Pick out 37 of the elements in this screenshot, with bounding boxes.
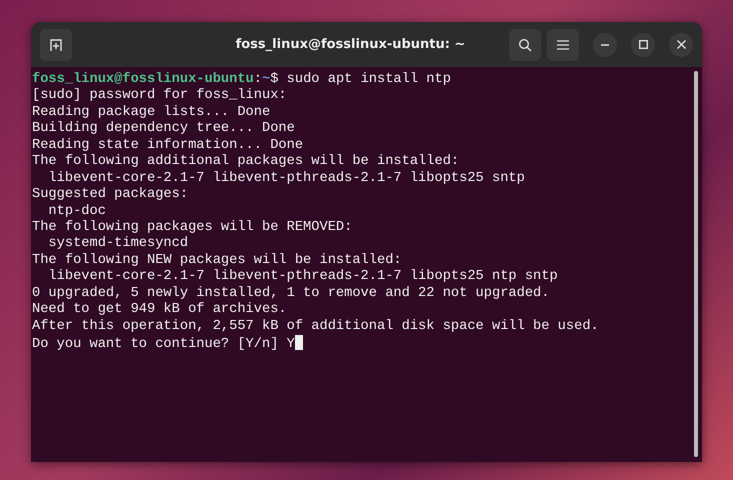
output-line: After this operation, 2,557 kB of additional disk space will be used. bbox=[32, 318, 600, 335]
text-cursor bbox=[294, 335, 303, 350]
output-line: libevent-core-2.1-7 libevent-pthreads-2.1-7 libopts25 ntp sntp bbox=[47, 269, 559, 286]
minimize-button[interactable] bbox=[593, 32, 617, 56]
output-line: ntp-doc bbox=[47, 204, 107, 220]
output-line: Building dependency tree... Done bbox=[32, 121, 296, 138]
typed-answer: Y bbox=[286, 337, 295, 352]
output-line: The following packages will be REMOVED: bbox=[32, 220, 354, 236]
output-line: Reading state information... Done bbox=[32, 138, 304, 154]
output-line: Suggested packages: bbox=[32, 187, 190, 204]
command-text: sudo apt install ntp bbox=[286, 72, 451, 87]
maximize-icon bbox=[638, 40, 648, 49]
window-title: foss_linux@fosslinux-ubuntu: ~ bbox=[234, 37, 466, 52]
prompt-question: Do you want to continue? [Y/n] bbox=[32, 337, 278, 352]
prompt-path: ~ bbox=[262, 72, 270, 87]
close-button[interactable] bbox=[669, 32, 693, 56]
prompt-user-host: foss_linux@fosslinux-ubuntu bbox=[32, 72, 254, 87]
output-line: The following additional packages will be installed: bbox=[32, 154, 460, 171]
prompt-symbol: $ bbox=[270, 72, 278, 87]
output-line: [sudo] password for foss_linux: bbox=[32, 88, 288, 105]
close-icon bbox=[676, 40, 686, 49]
output-line: The following NEW packages will be installed: bbox=[32, 252, 403, 269]
scrollbar[interactable] bbox=[694, 71, 698, 457]
prompt-separator: : bbox=[254, 72, 262, 87]
output-line: Need to get 949 kB of archives. bbox=[32, 302, 288, 319]
search-button[interactable] bbox=[509, 28, 541, 60]
new-tab-button[interactable] bbox=[40, 28, 72, 60]
search-icon bbox=[518, 38, 532, 52]
maximize-button[interactable] bbox=[631, 32, 655, 56]
output-line: Reading package lists... Done bbox=[32, 104, 272, 121]
menu-button[interactable] bbox=[547, 28, 579, 60]
new-tab-icon bbox=[49, 38, 63, 52]
output-line: libevent-core-2.1-7 libevent-pthreads-2.1-7 libopts25 sntp bbox=[47, 170, 526, 187]
minimize-icon bbox=[601, 44, 609, 46]
output-line: 0 upgraded, 5 newly installed, 1 to remove and 22 not upgraded. bbox=[32, 286, 550, 302]
output-line: systemd-timesyncd bbox=[47, 236, 190, 253]
menu-icon bbox=[557, 40, 569, 50]
